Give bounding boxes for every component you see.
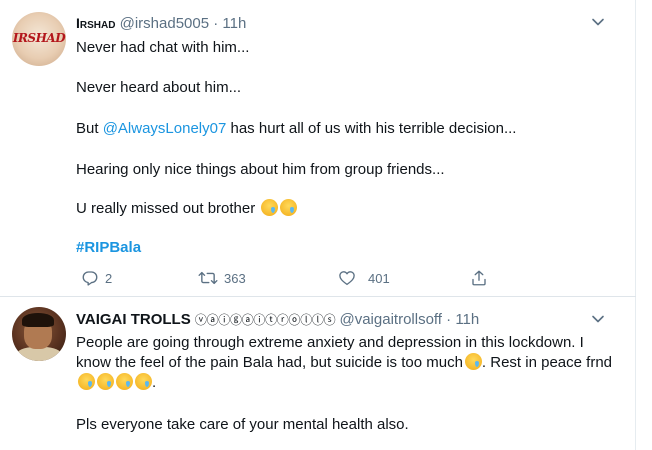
crying-face-emoji	[135, 373, 152, 390]
like-icon	[339, 271, 355, 286]
like-button[interactable]: 401	[338, 267, 390, 289]
crying-face-emoji	[78, 373, 95, 390]
avatar-shirt	[16, 347, 62, 361]
separator-dot: ·	[446, 311, 452, 328]
tweet-text: People are going through extreme anxiety…	[76, 333, 621, 435]
chevron-down-icon	[592, 315, 604, 323]
timestamp[interactable]: 11h	[455, 311, 479, 328]
line-text: has hurt all of us with his terrible dec…	[230, 120, 517, 137]
tweet-line: Never had chat with him...	[76, 39, 250, 56]
avatar[interactable]	[12, 307, 66, 361]
display-name-decoration: ⓥⓐⓘⓖⓐⓘⓣⓡⓞⓛⓛⓢ	[194, 313, 336, 327]
tweet[interactable]: VAIGAI TROLLS ⓥⓐⓘⓖⓐⓘⓣⓡⓞⓛⓛⓢ @vaigaitrolls…	[0, 297, 636, 450]
crying-face-emoji	[116, 373, 133, 390]
tweet-paragraph: People are going through extreme anxiety…	[76, 334, 613, 391]
line-prefix: But	[76, 120, 99, 137]
display-name[interactable]: VAIGAI TROLLS	[76, 311, 191, 328]
line-text: U really missed out brother	[76, 200, 256, 217]
avatar[interactable]: IRSHAD	[12, 12, 66, 66]
user-handle[interactable]: @vaigaitrollsoff	[339, 311, 442, 328]
retweet-icon	[198, 271, 218, 285]
crying-face-emoji	[261, 199, 279, 216]
tweet-line: But @AlwaysLonely07 has hurt all of us w…	[76, 119, 516, 139]
tweet-header: VAIGAI TROLLS ⓥⓐⓘⓖⓐⓘⓣⓡⓞⓛⓛⓢ @vaigaitrolls…	[76, 310, 479, 330]
avatar-hair	[22, 313, 54, 327]
tweet-line: U really missed out brother	[76, 199, 298, 219]
like-count: 401	[368, 270, 390, 286]
avatar-logo-text: IRSHAD	[12, 31, 66, 45]
display-name[interactable]: Irshad	[76, 15, 115, 31]
paragraph-text: . Rest in peace	[481, 354, 582, 371]
crying-face-emoji	[97, 373, 114, 390]
tweet-paragraph: Pls everyone take care of your mental he…	[76, 416, 409, 433]
retweet-count: 363	[224, 270, 246, 286]
chevron-down-icon	[592, 18, 604, 26]
more-options-button[interactable]	[588, 12, 608, 32]
crying-face-emoji	[280, 199, 298, 216]
user-handle[interactable]: @irshad5005	[120, 15, 209, 32]
share-button[interactable]	[470, 267, 488, 289]
share-icon	[472, 270, 486, 286]
hashtag-link[interactable]: #RIPBala	[76, 239, 141, 256]
reply-count: 2	[105, 270, 113, 286]
timestamp[interactable]: 11h	[222, 15, 246, 32]
tweet-text: Never had chat with him... Never heard a…	[76, 38, 621, 266]
tweet-header: Irshad @irshad5005 · 11h	[76, 13, 246, 33]
tweet[interactable]: IRSHAD Irshad @irshad5005 · 11h Never ha…	[0, 0, 636, 296]
reply-button[interactable]: 2	[81, 267, 112, 289]
crying-face-emoji	[464, 353, 482, 370]
tweet-line: Hearing only nice things about him from …	[76, 161, 445, 178]
more-options-button[interactable]	[588, 309, 608, 329]
separator-dot: ·	[213, 15, 219, 32]
reply-icon	[82, 271, 98, 286]
tweet-line: Never heard about him...	[76, 79, 242, 96]
retweet-button[interactable]: 363	[198, 267, 246, 289]
paragraph-text: frnd	[586, 354, 613, 371]
mention-link[interactable]: @AlwaysLonely07	[103, 120, 227, 137]
tweet-line: #RIPBala	[76, 238, 141, 258]
